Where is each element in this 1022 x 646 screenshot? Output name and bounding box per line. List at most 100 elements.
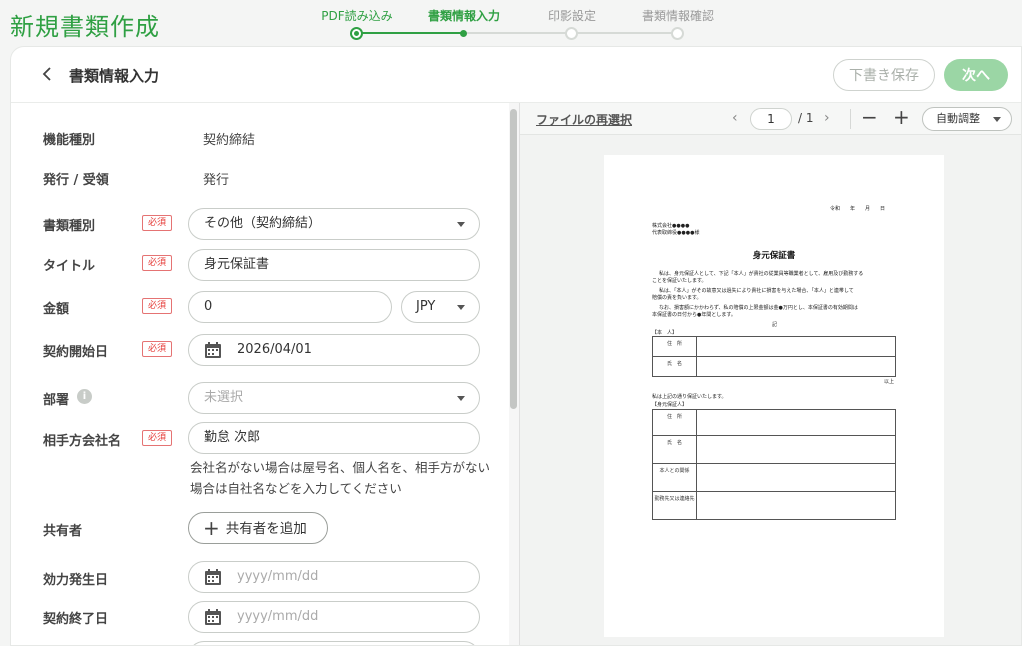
amount-value: 0 [204,299,213,314]
doc-table-row: 住 所 [653,410,895,436]
calendar-icon [205,569,221,585]
doc-body-line: なお、損害額にかかわらず、私の賠償の上限金額は金●万円とし、本保証書の有効期間は [659,305,858,311]
pdf-viewer: ファイルの再選択 ‹ 1 / 1 › − + 自動調整 令和 年 月 日 株式会… [519,103,1021,645]
chevron-left-icon[interactable]: ‹ [732,110,738,126]
caret-down-icon [993,117,1001,122]
card-header: 書類情報入力 下書き保存 次へ [11,47,1021,103]
next-button[interactable]: 次へ [944,59,1008,91]
calendar-icon [205,342,221,358]
field-label: 効力発生日 [43,573,109,588]
form-panel: 機能種別 契約締結 発行 / 受領 発行 書類種別 必須 その他（契約締結） タ… [11,103,509,645]
doc-cell-label: 氏 名 [653,436,697,463]
contract-start-value: 2026/04/01 [237,342,312,357]
issue-receive-value: 発行 [203,173,230,188]
required-badge: 必須 [142,298,172,314]
step-done-dot [350,27,363,40]
field-label: 金額 [43,302,70,317]
counterparty-hint: 会社名がない場合は屋号名、個人名を、相手方がない場合は自社名などを入力してくださ… [190,460,491,496]
doc-cell-label: 氏 名 [653,357,697,376]
field-label: 相手方会社名 [43,434,122,449]
doc-guarantor-table: 住 所 氏 名 本人との関係 勤務先又は連絡先 [652,409,896,520]
doc-cell-label: 住 所 [653,410,697,435]
page-number-input[interactable]: 1 [750,108,792,130]
doc-date-line: 令和 年 月 日 [830,206,886,212]
next-field-partial[interactable] [188,641,480,645]
doc-cell-label: 勤務先又は連絡先 [653,492,697,519]
effective-date-placeholder: yyyy/mm/dd [237,569,319,584]
info-icon[interactable]: i [77,389,92,404]
field-label: 機能種別 [43,133,96,148]
department-placeholder: 未選択 [204,390,244,405]
scrollbar-thumb[interactable] [510,109,517,409]
effective-date-input[interactable]: yyyy/mm/dd [188,561,480,593]
caret-down-icon [457,222,465,227]
step-todo-dot [671,27,684,40]
amount-input[interactable]: 0 [188,291,392,323]
currency-value: JPY [416,299,436,314]
section-title: 書類情報入力 [69,67,160,85]
step-seal-setting: 印影設定 [512,0,632,40]
currency-select[interactable]: JPY [401,291,480,323]
function-type-value: 契約締結 [203,133,256,148]
plus-icon: + [203,516,220,540]
add-sharer-label: 共有者を追加 [225,521,307,537]
viewer-toolbar: ファイルの再選択 ‹ 1 / 1 › − + 自動調整 [520,103,1021,135]
caret-down-icon [457,396,465,401]
doc-cell-label: 本人との関係 [653,464,697,491]
doc-type-select[interactable]: その他（契約締結） [188,208,480,240]
document-page: 令和 年 月 日 株式会社●●●● 代表取締役●●●●様 身元保証書 私は、身元… [604,155,944,637]
zoom-mode-value: 自動調整 [936,112,980,125]
step-label: 書類情報入力 [427,9,500,23]
doc-type-value: その他（契約締結） [204,216,322,231]
title-value: 身元保証書 [204,257,270,272]
add-sharer-button[interactable]: + 共有者を追加 [188,512,328,544]
doc-body-line: 私は、「本人」がその故意又は過失により貴社に損害を与えた場合、「本人」と連帯して [659,288,854,294]
title-input[interactable]: 身元保証書 [188,249,480,281]
save-draft-button[interactable]: 下書き保存 [833,59,935,91]
chevron-right-icon[interactable]: › [824,110,830,126]
required-badge: 必須 [142,341,172,357]
field-label: 共有者 [43,524,83,539]
calendar-icon [205,609,221,625]
step-label: 印影設定 [547,9,596,23]
doc-section-guarantor: 【身元保証人】 [652,402,688,408]
doc-ki: 記 [772,322,778,328]
doc-title: 身元保証書 [752,251,796,261]
chevron-left-icon[interactable] [39,65,55,83]
contract-end-input[interactable]: yyyy/mm/dd [188,601,480,633]
zoom-out-icon[interactable]: − [861,107,878,127]
step-document-info: 書類情報入力 [404,0,524,40]
contract-start-input[interactable]: 2026/04/01 [188,334,480,366]
counterparty-input[interactable]: 勤怠 次郎 [188,422,480,454]
step-todo-dot [565,27,578,40]
step-pdf-import: PDF読み込み [297,0,417,40]
doc-body-line: 賠償の責を負います。 [652,295,702,301]
doc-body-line: 本保証書の日付から●年間とします。 [652,312,736,318]
field-label: 書類種別 [43,219,96,234]
field-label: タイトル [43,259,96,274]
zoom-select[interactable]: 自動調整 [922,107,1012,131]
toolbar-divider [850,109,851,129]
progress-steps: PDF読み込み 書類情報入力 印影設定 書類情報確認 [300,0,760,44]
doc-addressee: 株式会社●●●● [652,223,690,229]
main-card: 書類情報入力 下書き保存 次へ 機能種別 契約締結 発行 / 受領 発行 書類種… [10,46,1022,646]
doc-body-line: 私は、身元保証人として、下記「本人」が貴社の従業員等職業者として、雇用及び勤務す… [659,271,864,277]
doc-table-row: 勤務先又は連絡先 [653,492,895,519]
step-label: PDF読み込み [321,9,393,23]
doc-agree-line: 私は上記の通り保証いたします。 [652,394,727,400]
doc-table-row: 氏 名 [653,436,895,464]
field-label: 契約終了日 [43,612,109,627]
field-label: 発行 / 受領 [43,173,109,188]
doc-cell-label: 住 所 [653,337,697,356]
required-badge: 必須 [142,215,172,231]
department-select[interactable]: 未選択 [188,382,480,414]
form-scrollbar[interactable] [509,103,519,645]
counterparty-value: 勤怠 次郎 [204,430,261,445]
zoom-in-icon[interactable]: + [893,107,910,127]
reselect-file-link[interactable]: ファイルの再選択 [536,111,632,128]
doc-table-row: 氏 名 [653,357,895,376]
page-total: / 1 [798,111,814,125]
required-badge: 必須 [142,430,172,446]
doc-person-table: 住 所 氏 名 [652,336,896,377]
doc-table-row: 本人との関係 [653,464,895,492]
